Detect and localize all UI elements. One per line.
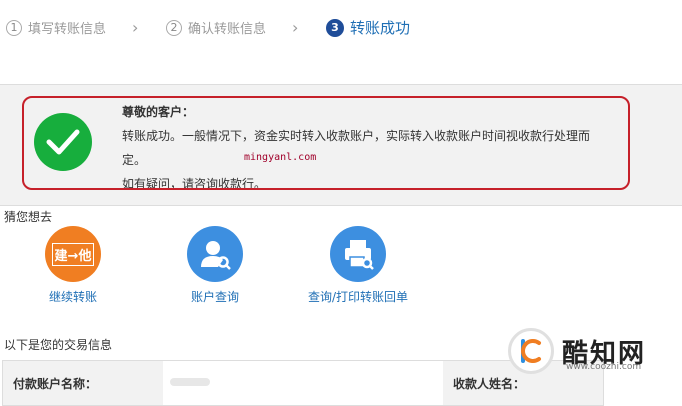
payer-name-label: 付款账户名称： (3, 361, 163, 405)
highlight-annotation (22, 96, 630, 190)
chevron-right-icon: › (292, 18, 299, 37)
brand-url: www.coozhi.com (566, 362, 642, 372)
account-query-link[interactable]: 账户查询 (180, 226, 250, 305)
chevron-right-icon: › (132, 18, 139, 37)
step-number-icon: 1 (6, 19, 22, 36)
step-progress-bar: 1 填写转账信息 › 2 确认转账信息 › 3 转账成功 (0, 0, 682, 58)
step-confirm-info: 2 确认转账信息 (166, 18, 266, 37)
step-label: 确认转账信息 (188, 22, 267, 37)
step-label: 转账成功 (350, 19, 411, 37)
printer-icon[interactable] (330, 226, 386, 282)
transfer-icon[interactable]: 建→他 (45, 226, 101, 282)
print-receipt-link[interactable]: 查询/打印转账回单 (296, 226, 420, 305)
transaction-section-title: 以下是您的交易信息 (4, 338, 113, 352)
user-search-icon[interactable] (187, 226, 243, 282)
quick-link-label[interactable]: 继续转账 (38, 288, 108, 305)
step-number-icon: 2 (166, 19, 182, 36)
quick-link-label[interactable]: 查询/打印转账回单 (296, 288, 420, 305)
step-label: 填写转账信息 (28, 22, 107, 37)
step-transfer-success: 3 转账成功 (326, 17, 410, 38)
quick-link-label[interactable]: 账户查询 (180, 288, 250, 305)
brand-logo-icon (508, 328, 554, 374)
transfer-icon-text: 建→他 (51, 242, 95, 266)
step-number-icon: 3 (326, 18, 344, 37)
brand-watermark: 酷知网 www.coozhi.com (508, 322, 678, 380)
step-fill-info: 1 填写转账信息 (6, 18, 106, 37)
redacted-value (170, 378, 210, 386)
continue-transfer-link[interactable]: 建→他 继续转账 (38, 226, 108, 305)
section-title: 猜您想去 (4, 210, 53, 224)
